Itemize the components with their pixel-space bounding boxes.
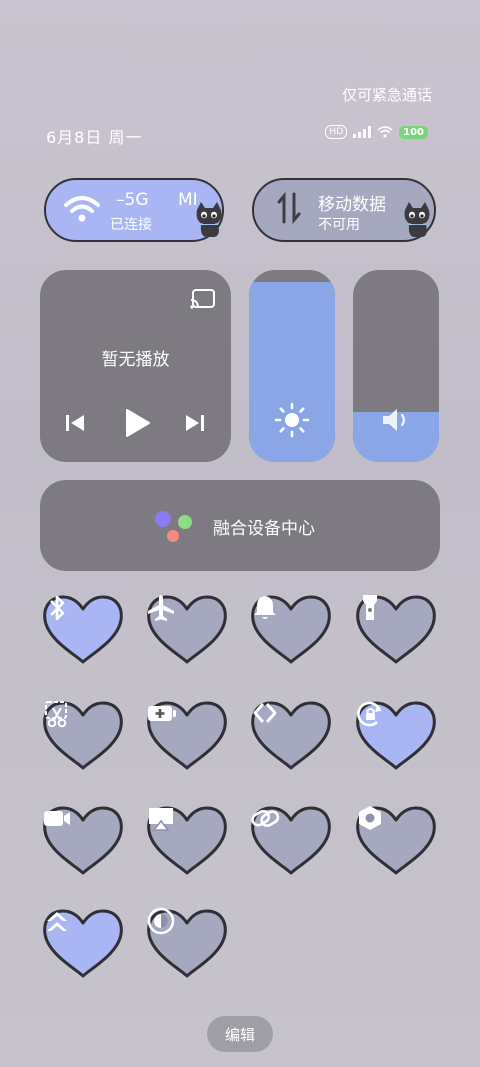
wifi-status: 已连接 xyxy=(110,217,152,233)
status-icons: HD 100 xyxy=(325,124,428,140)
signal-icon xyxy=(353,126,372,138)
double-chevron-up-icon xyxy=(47,912,67,931)
toggle-dark-mode[interactable] xyxy=(146,906,228,984)
mobile-data-status: 不可用 xyxy=(318,217,360,233)
emergency-calls-only: 仅可紧急通话 xyxy=(341,86,432,104)
brightness-icon xyxy=(274,402,310,438)
toggle-screenshot[interactable] xyxy=(42,698,124,776)
device-hub-label: 融合设备中心 xyxy=(213,519,315,539)
previous-track-icon[interactable] xyxy=(64,412,86,434)
bluetooth-icon xyxy=(50,595,65,621)
speaker-icon xyxy=(383,409,406,431)
date-text: 6月8日 周一 xyxy=(46,128,143,147)
cat-sticker-icon xyxy=(196,202,222,237)
edit-button[interactable]: 编辑 xyxy=(207,1016,273,1052)
toggle-performance[interactable] xyxy=(42,906,124,984)
wifi-name: –5G xyxy=(116,190,149,210)
wifi-status-icon xyxy=(377,126,393,138)
next-track-icon[interactable] xyxy=(184,412,206,434)
video-camera-icon xyxy=(44,811,70,826)
toggle-bell[interactable] xyxy=(250,592,332,670)
toggle-screen-cast[interactable] xyxy=(146,803,228,881)
wifi-tile[interactable]: –5G MI 已连接 xyxy=(44,178,224,242)
mobile-data-tile[interactable]: 移动数据 不可用 xyxy=(252,178,436,242)
wifi-icon xyxy=(64,196,100,222)
cast-icon[interactable] xyxy=(190,288,216,310)
chevrons-icon xyxy=(253,703,277,723)
toggle-screen-record[interactable] xyxy=(42,803,124,881)
toggle-battery-saver[interactable] xyxy=(146,698,228,776)
toggle-nearby-share[interactable] xyxy=(250,698,332,776)
toggle-flashlight[interactable] xyxy=(355,592,437,670)
hex-settings-icon xyxy=(359,806,381,830)
toggle-link[interactable] xyxy=(250,803,332,881)
media-player-card[interactable]: 暂无播放 xyxy=(40,270,231,462)
airplane-icon xyxy=(148,595,174,621)
scissors-icon xyxy=(45,701,67,728)
bell-icon xyxy=(254,596,276,619)
device-hub-card[interactable]: 融合设备中心 xyxy=(40,480,440,571)
rotate-lock-icon xyxy=(357,701,382,727)
play-icon[interactable] xyxy=(122,407,152,439)
toggle-settings[interactable] xyxy=(355,803,437,881)
link-icon xyxy=(251,809,280,827)
brightness-slider[interactable] xyxy=(249,270,335,462)
battery-icon: 100 xyxy=(399,125,428,139)
volume-slider[interactable] xyxy=(353,270,439,462)
media-status: 暂无播放 xyxy=(101,350,170,370)
toggle-bluetooth[interactable] xyxy=(42,592,124,670)
data-arrows-icon xyxy=(277,192,301,224)
cast-screen-icon xyxy=(149,808,173,831)
toggle-rotation-lock[interactable] xyxy=(355,698,437,776)
device-hub-icon xyxy=(155,511,192,542)
flashlight-icon xyxy=(363,595,377,620)
toggle-airplane-mode[interactable] xyxy=(146,592,228,670)
cat-sticker-icon xyxy=(404,202,430,237)
battery-plus-icon xyxy=(148,706,176,721)
hd-icon: HD xyxy=(325,125,348,139)
mobile-data-label: 移动数据 xyxy=(318,195,386,215)
contrast-icon xyxy=(147,907,175,935)
